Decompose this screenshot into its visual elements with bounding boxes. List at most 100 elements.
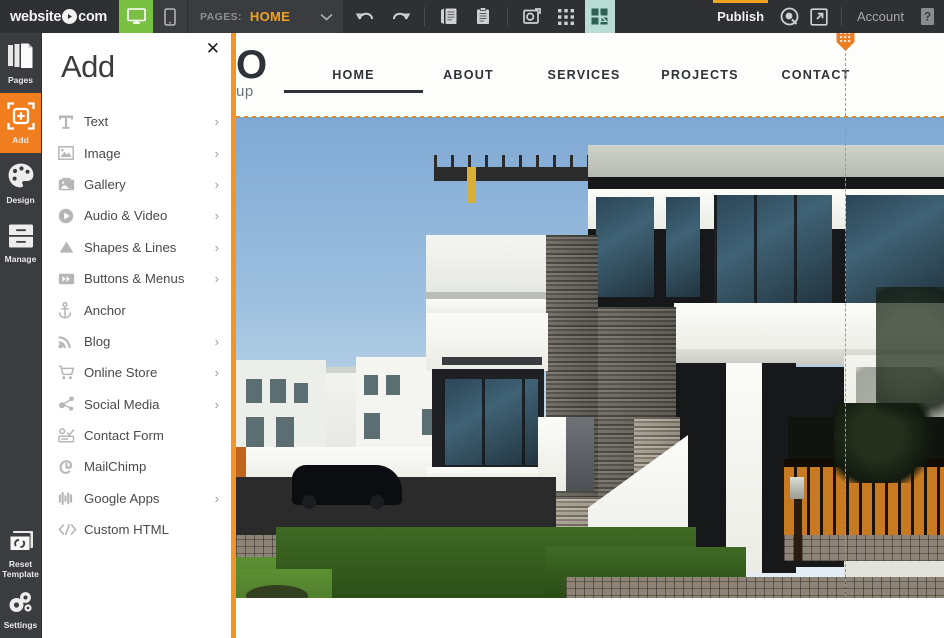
add-item-social-media[interactable]: Social Media ›	[42, 389, 231, 420]
left-rail: Pages Add	[0, 33, 41, 638]
add-item-gallery[interactable]: Gallery ›	[42, 169, 231, 200]
add-item-text[interactable]: Text ›	[42, 106, 231, 137]
site-logo: O up	[236, 45, 267, 100]
add-item-audio-video-label: Audio & Video	[84, 208, 167, 223]
photo-car-wheel	[302, 495, 316, 509]
publish-label: Publish	[717, 9, 764, 24]
brand-logo[interactable]: website com	[0, 0, 119, 33]
desktop-monitor-icon[interactable]	[119, 0, 153, 33]
add-item-shapes-lines[interactable]: Shapes & Lines ›	[42, 232, 231, 263]
photo-window-glass	[596, 197, 654, 297]
social-share-icon	[58, 396, 80, 412]
google-apps-icon	[58, 491, 80, 506]
add-item-image[interactable]: Image ›	[42, 137, 231, 168]
sidebar-item-pages[interactable]: Pages	[0, 33, 41, 93]
add-panel-list: Text › Image ›	[42, 106, 231, 545]
photo-small-dark-box	[566, 417, 594, 491]
add-item-anchor[interactable]: Anchor	[42, 294, 231, 325]
design-palette-icon	[7, 162, 35, 195]
add-item-buttons-menus[interactable]: Buttons & Menus ›	[42, 263, 231, 294]
photo-bg-window	[364, 375, 378, 395]
add-item-contact-form-label: Contact Form	[84, 428, 164, 443]
pages-stack-icon	[7, 42, 34, 75]
buttons-menus-icon	[58, 273, 80, 285]
code-brackets-icon	[58, 523, 80, 536]
chevron-down-icon[interactable]	[320, 8, 333, 26]
sidebar-item-design[interactable]: Design	[0, 153, 41, 213]
nav-item-home-label: HOME	[332, 68, 375, 82]
photo-balcony-mullions	[442, 379, 538, 465]
sidebar-item-reset-template[interactable]: Reset Template	[0, 526, 41, 582]
nav-item-services[interactable]: SERVICES	[526, 68, 642, 93]
nav-item-services-label: SERVICES	[547, 68, 620, 82]
add-item-contact-form[interactable]: Contact Form	[42, 420, 231, 451]
add-item-anchor-label: Anchor	[84, 303, 126, 318]
nav-item-about[interactable]: ABOUT	[411, 68, 526, 93]
section-top-dashed-guide	[236, 116, 944, 118]
undo-arrow-icon[interactable]	[351, 0, 381, 33]
brand-prefix: website	[10, 9, 61, 25]
photo-fence-base-bricks	[784, 535, 944, 561]
gallery-photos-icon	[58, 177, 80, 191]
chevron-right-icon: ›	[215, 398, 219, 411]
close-icon[interactable]: ✕	[206, 41, 220, 58]
photo-bg-window	[276, 417, 294, 447]
grid-apps-icon[interactable]	[551, 0, 581, 33]
publish-button[interactable]: Publish	[707, 0, 774, 33]
add-item-audio-video[interactable]: Audio & Video ›	[42, 200, 231, 231]
website-builder-app: website com PAGES: HOME	[0, 0, 944, 638]
sidebar-item-add[interactable]: Add	[0, 93, 41, 153]
chevron-right-icon: ›	[215, 178, 219, 191]
add-item-buttons-menus-label: Buttons & Menus	[84, 271, 184, 286]
anchor-icon	[58, 302, 80, 319]
vertical-guide-line	[845, 28, 846, 597]
add-item-google-apps[interactable]: Google Apps ›	[42, 483, 231, 514]
select-region-icon[interactable]	[585, 0, 615, 33]
add-item-online-store[interactable]: Online Store ›	[42, 357, 231, 388]
sidebar-item-design-label: Design	[6, 196, 34, 205]
open-external-link-icon[interactable]	[804, 0, 834, 33]
redo-arrow-icon[interactable]	[385, 0, 415, 33]
add-item-custom-html[interactable]: Custom HTML	[42, 514, 231, 545]
reset-template-label-2: Template	[2, 570, 39, 579]
nav-item-home[interactable]: HOME	[296, 68, 411, 93]
pages-selector[interactable]: PAGES: HOME	[188, 0, 343, 33]
add-item-online-store-label: Online Store	[84, 365, 157, 380]
add-item-gallery-label: Gallery	[84, 177, 126, 192]
site-canvas[interactable]: O up HOME ABOUT SERVICES PROJECTS CONTAC…	[231, 33, 944, 638]
account-menu[interactable]: Account	[849, 8, 912, 26]
help-question-icon[interactable]: ?	[912, 0, 942, 33]
revert-snapshot-icon[interactable]	[517, 0, 547, 33]
add-item-text-label: Text	[84, 114, 108, 129]
add-item-google-apps-label: Google Apps	[84, 491, 160, 506]
add-item-blog-label: Blog	[84, 334, 110, 349]
sidebar-item-manage[interactable]: Manage	[0, 213, 41, 273]
copy-pages-icon[interactable]	[434, 0, 464, 33]
add-item-blog[interactable]: Blog ›	[42, 326, 231, 357]
photo-tree-tall	[876, 287, 944, 437]
add-item-social-media-label: Social Media	[84, 397, 160, 412]
nav-item-contact-label: CONTACT	[781, 68, 850, 82]
toolbar-divider	[424, 7, 425, 26]
reset-template-label-1: Reset	[9, 560, 32, 569]
contact-form-icon	[58, 428, 80, 443]
paste-clipboard-icon[interactable]	[468, 0, 498, 33]
add-plus-frame-icon	[7, 102, 35, 135]
sidebar-item-manage-label: Manage	[5, 255, 37, 264]
nav-item-contact[interactable]: CONTACT	[758, 68, 874, 93]
add-item-mailchimp[interactable]: MailChimp	[42, 451, 231, 482]
mobile-phone-icon[interactable]	[153, 0, 187, 33]
sidebar-item-settings[interactable]: Settings	[0, 582, 41, 638]
photo-bg-window	[270, 379, 286, 403]
image-picture-icon	[58, 146, 80, 160]
nav-item-projects[interactable]: PROJECTS	[642, 68, 758, 93]
preview-eye-icon[interactable]	[774, 0, 804, 33]
site-logo-mark: O	[236, 45, 267, 85]
panel-title: Add	[42, 33, 231, 85]
play-circle-icon	[58, 208, 80, 224]
hero-image[interactable]	[236, 117, 944, 598]
add-item-image-label: Image	[84, 146, 121, 161]
site-nav: HOME ABOUT SERVICES PROJECTS CONTACT	[296, 68, 874, 93]
photo-car-wheel	[370, 495, 384, 509]
photo-lamp-post	[794, 495, 802, 561]
